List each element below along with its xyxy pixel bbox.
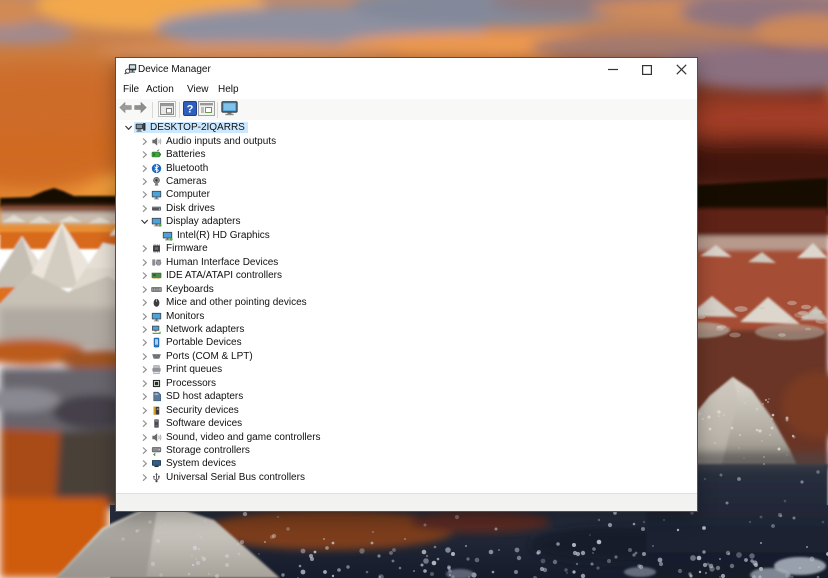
svg-text:?: ? (187, 104, 194, 116)
